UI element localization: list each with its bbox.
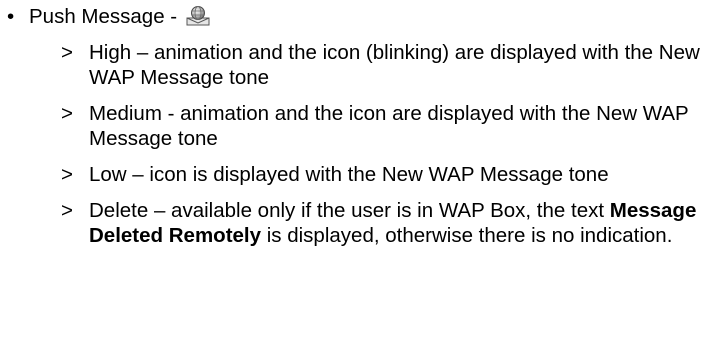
- push-message-envelope-globe-icon: [185, 5, 211, 33]
- bullet-marker: •: [7, 5, 15, 28]
- list-item-high: > High – animation and the icon (blinkin…: [61, 40, 712, 90]
- high-description: High – animation and the icon (blinking)…: [89, 41, 700, 89]
- sub-item-marker: >: [61, 199, 73, 222]
- push-message-label: Push Message -: [29, 5, 183, 28]
- medium-description: Medium - animation and the icon are disp…: [89, 102, 689, 150]
- list-item-low: > Low – icon is displayed with the New W…: [61, 162, 712, 187]
- delete-description-before: Delete – available only if the user is i…: [89, 199, 610, 222]
- delete-description-after: is displayed, otherwise there is no indi…: [261, 224, 673, 247]
- sub-item-marker: >: [61, 102, 73, 125]
- push-message-bullet: • Push Message -: [7, 4, 211, 29]
- sub-item-marker: >: [61, 163, 73, 186]
- list-item-delete: > Delete – available only if the user is…: [61, 198, 712, 248]
- sub-item-marker: >: [61, 41, 73, 64]
- list-item-medium: > Medium - animation and the icon are di…: [61, 101, 712, 151]
- priority-options-list: > High – animation and the icon (blinkin…: [61, 40, 712, 259]
- low-description: Low – icon is displayed with the New WAP…: [89, 163, 609, 186]
- document-page: • Push Message - > High – animation and …: [0, 0, 712, 341]
